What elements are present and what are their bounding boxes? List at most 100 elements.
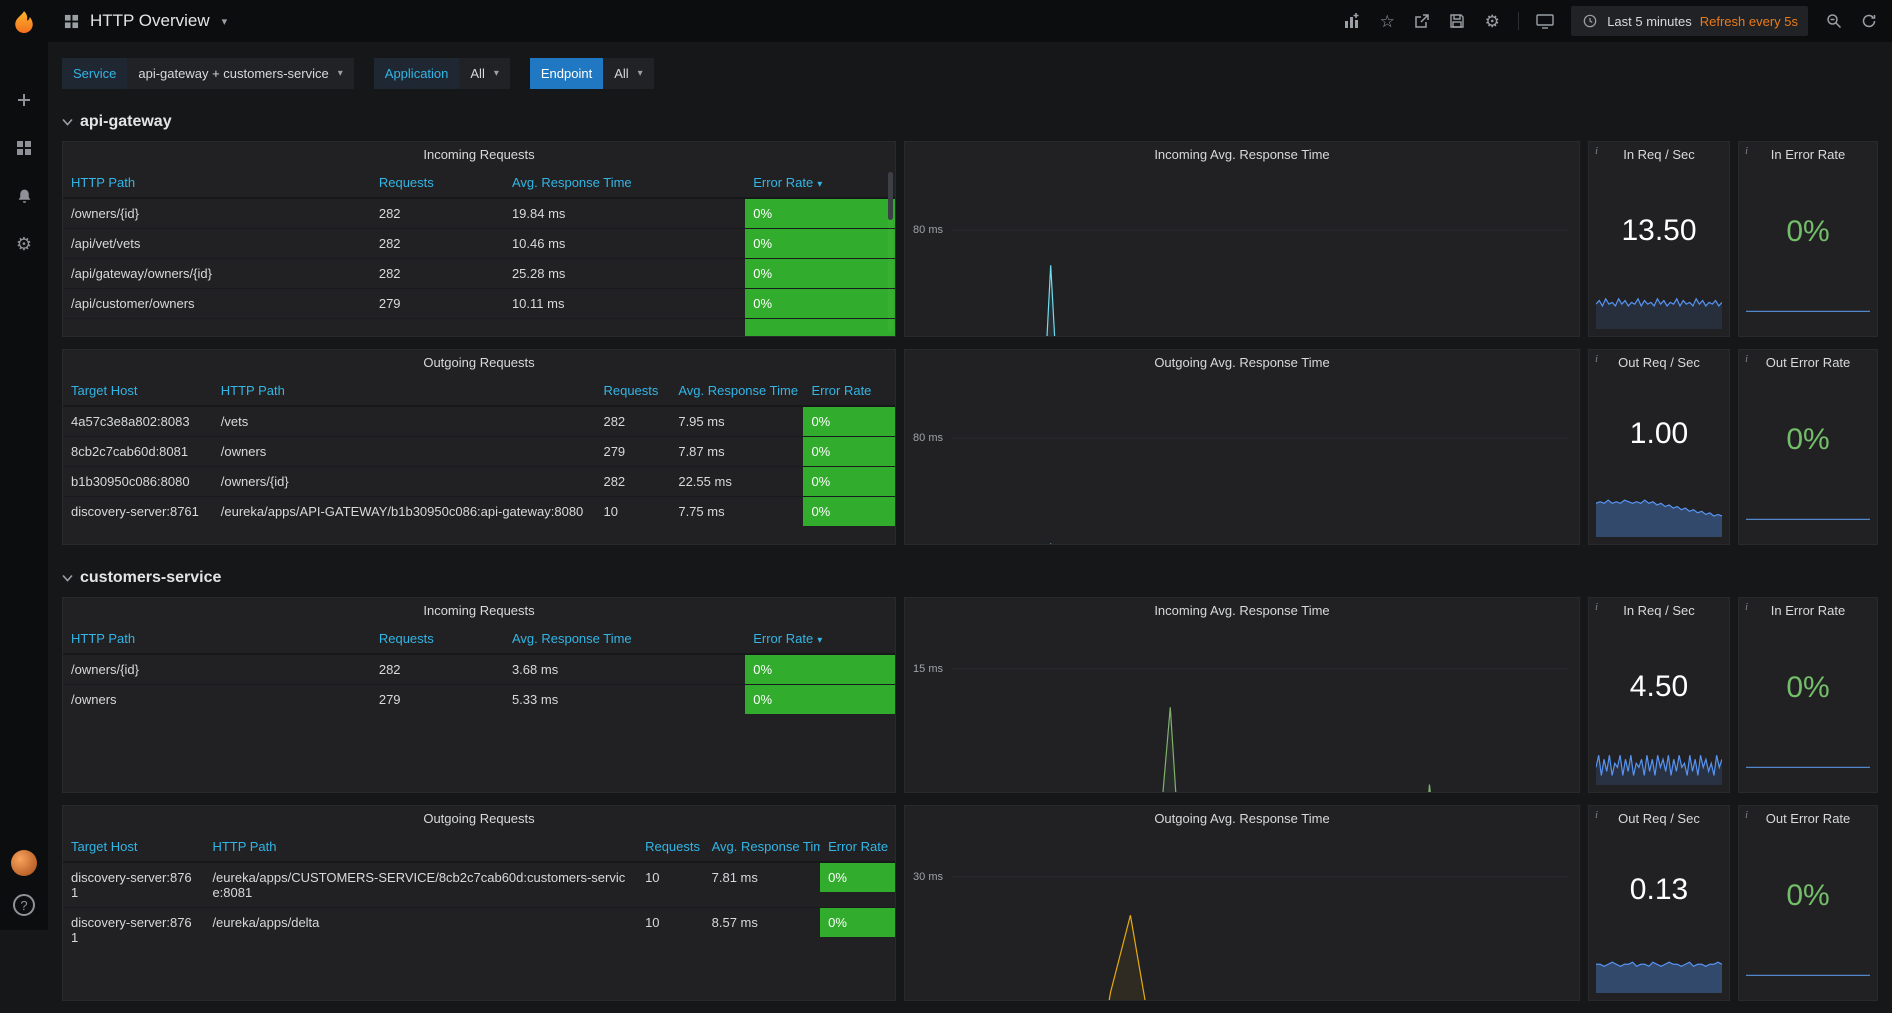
column-header-http-path[interactable]: HTTP Path xyxy=(212,376,596,407)
table-cell: 282 xyxy=(370,197,504,229)
table-row: 4a57c3e8a802:8083/vets 282 7.95 ms 0% xyxy=(63,405,895,437)
dashboard-title-button[interactable]: HTTP Overview ▾ xyxy=(62,11,227,31)
time-range-picker[interactable]: Last 5 minutes Refresh every 5s xyxy=(1571,6,1808,36)
section-customers-service[interactable]: customers-service xyxy=(48,557,1892,597)
column-header-http-path[interactable]: HTTP Path xyxy=(63,168,371,199)
timeseries-plot[interactable] xyxy=(951,382,1569,544)
table-cell: 7.95 ms xyxy=(670,405,804,437)
panel-title[interactable]: Outgoing Avg. Response Time xyxy=(905,350,1579,376)
info-icon[interactable]: i xyxy=(1745,145,1748,157)
column-header-error-rate[interactable]: Error Rate xyxy=(820,832,895,863)
panel-title[interactable]: Out Error Rate xyxy=(1739,806,1877,832)
column-header-requests[interactable]: Requests xyxy=(637,832,704,863)
panel-title[interactable]: Incoming Requests xyxy=(63,598,895,624)
settings-icon[interactable]: ⚙ xyxy=(1483,12,1501,30)
panel-title[interactable]: In Error Rate xyxy=(1739,598,1877,624)
panel-title[interactable]: In Req / Sec xyxy=(1589,598,1729,624)
column-header-requests[interactable]: Requests xyxy=(595,376,671,407)
panel-ag-out-req-sec: i Out Req / Sec 1.00 xyxy=(1588,349,1730,545)
column-header-error-rate[interactable]: Error Rate xyxy=(803,376,895,407)
panel-title[interactable]: Out Req / Sec xyxy=(1589,350,1729,376)
y-axis-tick: 80 ms xyxy=(913,432,943,445)
service-variable[interactable]: Service api-gateway + customers-service … xyxy=(62,58,354,89)
tv-icon[interactable] xyxy=(1536,12,1554,30)
table-scrollbar[interactable] xyxy=(888,172,893,332)
y-axis: 80 ms60 ms40 ms20 ms0 ms xyxy=(905,174,951,336)
info-icon[interactable]: i xyxy=(1595,809,1598,821)
sparkline xyxy=(1746,960,1870,976)
application-dropdown[interactable]: All ▾ xyxy=(459,58,510,89)
time-range-label: Last 5 minutes xyxy=(1607,13,1692,29)
column-header-target-host[interactable]: Target Host xyxy=(63,832,205,863)
column-header-avg-response-time[interactable]: Avg. Response Time xyxy=(503,168,746,199)
panel-cs-in-error-rate: i In Error Rate 0% xyxy=(1738,597,1878,793)
stat-value: 1.00 xyxy=(1629,416,1689,450)
panel-ag-out-error-rate: i Out Error Rate 0% xyxy=(1738,349,1878,545)
table-cell: 0% xyxy=(745,258,895,289)
info-icon[interactable]: i xyxy=(1595,145,1598,157)
table-row: /api/customer/owners 279 10.11 ms 0% xyxy=(63,288,895,319)
refresh-interval-label[interactable]: Refresh every 5s xyxy=(1700,14,1798,29)
configuration-gear-icon[interactable]: ⚙ xyxy=(14,234,34,254)
table-cell: /eureka/apps/CUSTOMERS-SERVICE/8cb2c7cab… xyxy=(204,861,638,908)
dashboards-icon[interactable] xyxy=(14,138,34,158)
panel-title[interactable]: Out Req / Sec xyxy=(1589,806,1729,832)
table-cell: 282 xyxy=(370,258,504,289)
table-cell: 0% xyxy=(803,496,895,526)
cs-incoming-requests-table: HTTP Path Requests Avg. Response Time Error… xyxy=(63,624,895,714)
column-header-requests[interactable]: Requests xyxy=(370,624,504,655)
column-header-avg-response-time[interactable]: Avg. Response Time xyxy=(503,624,746,655)
panel-cs-out-error-rate: i Out Error Rate 0% xyxy=(1738,805,1878,1001)
grafana-logo[interactable] xyxy=(0,0,48,48)
table-cell: 279 xyxy=(370,288,504,319)
column-header-requests[interactable]: Requests xyxy=(370,168,504,199)
application-variable[interactable]: Application All ▾ xyxy=(373,58,510,89)
refresh-icon[interactable] xyxy=(1860,12,1878,30)
column-header-error-rate[interactable]: Error Rate ▾ xyxy=(745,624,895,655)
chevron-down-icon: ▾ xyxy=(637,68,643,79)
timeseries-plot[interactable] xyxy=(951,630,1569,792)
panel-title[interactable]: Incoming Requests xyxy=(63,142,895,168)
timeseries-plot[interactable] xyxy=(951,838,1569,1000)
panel-title[interactable]: Outgoing Avg. Response Time xyxy=(905,806,1579,832)
create-plus-icon[interactable] xyxy=(14,90,34,110)
user-avatar[interactable] xyxy=(11,850,37,876)
table-row: b1b30950c086:8080/owners/{id} 282 22.55 ms… xyxy=(63,466,895,497)
zoom-out-icon[interactable] xyxy=(1825,12,1843,30)
column-header-target-host[interactable]: Target Host xyxy=(63,376,213,407)
save-icon[interactable] xyxy=(1448,12,1466,30)
panel-title[interactable]: Outgoing Requests xyxy=(63,350,895,376)
info-icon[interactable]: i xyxy=(1745,601,1748,613)
add-panel-icon[interactable] xyxy=(1343,12,1361,30)
help-icon[interactable]: ? xyxy=(13,894,35,916)
section-api-gateway[interactable]: api-gateway xyxy=(48,101,1892,141)
alerting-bell-icon[interactable] xyxy=(14,186,34,206)
table-cell: /owners xyxy=(212,436,596,467)
panel-title[interactable]: Incoming Avg. Response Time xyxy=(905,598,1579,624)
panel-title[interactable]: Incoming Avg. Response Time xyxy=(905,142,1579,168)
share-icon[interactable] xyxy=(1413,12,1431,30)
panel-title[interactable]: Outgoing Requests xyxy=(63,806,895,832)
info-icon[interactable]: i xyxy=(1745,809,1748,821)
table-cell xyxy=(503,318,746,336)
endpoint-dropdown[interactable]: All ▾ xyxy=(603,58,654,89)
panel-title[interactable]: Out Error Rate xyxy=(1739,350,1877,376)
table-cell: /vets xyxy=(212,405,596,437)
endpoint-variable[interactable]: Endpoint All ▾ xyxy=(529,58,654,89)
column-header-error-rate[interactable]: Error Rate ▾ xyxy=(745,168,895,199)
column-header-http-path[interactable]: HTTP Path xyxy=(204,832,638,863)
column-header-avg-response-time[interactable]: Avg. Response Time xyxy=(703,832,821,863)
table-cell: /owners/{id} xyxy=(63,197,371,229)
star-icon[interactable]: ☆ xyxy=(1378,12,1396,30)
panel-title[interactable]: In Error Rate xyxy=(1739,142,1877,168)
info-icon[interactable]: i xyxy=(1595,353,1598,365)
column-header-avg-response-time[interactable]: Avg. Response Time xyxy=(670,376,804,407)
panel-cs-outgoing-response-time: Outgoing Avg. Response Time 30 ms20 ms10… xyxy=(904,805,1580,1001)
timeseries-plot[interactable] xyxy=(951,174,1569,336)
service-dropdown[interactable]: api-gateway + customers-service ▾ xyxy=(127,58,354,89)
info-icon[interactable]: i xyxy=(1595,601,1598,613)
info-icon[interactable]: i xyxy=(1745,353,1748,365)
table-cell: 7.81 ms xyxy=(703,861,821,908)
column-header-http-path[interactable]: HTTP Path xyxy=(63,624,371,655)
panel-title[interactable]: In Req / Sec xyxy=(1589,142,1729,168)
